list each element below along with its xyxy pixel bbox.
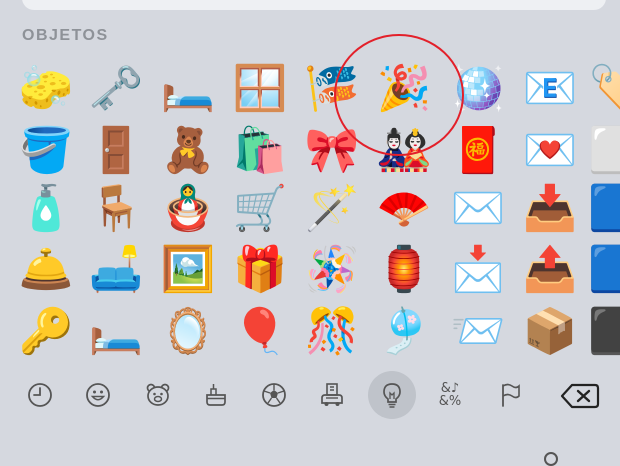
ball-icon [262,383,286,407]
bear-icon [146,383,170,406]
category-bar: &♪ &% [0,371,620,422]
backspace-button[interactable] [558,376,602,416]
emoji-key[interactable]: 🔑 [14,301,78,363]
category-travel[interactable] [310,372,354,418]
backspace-icon [560,383,600,409]
category-food[interactable] [194,372,238,418]
flag-icon [502,383,520,407]
emoji-key[interactable]: 🪞 [156,301,220,363]
emoji-key[interactable]: 🎁 [228,239,292,301]
emoji-key[interactable]: 📥 [518,178,582,240]
emoji-key[interactable]: 🎉 [372,58,436,120]
emoji-key[interactable]: 🎈 [228,301,292,363]
emoji-key[interactable]: 🪟 [228,58,292,120]
emoji-key[interactable]: 🏷️ [588,58,620,120]
emoji-key[interactable]: 📤 [518,239,582,301]
emoji-grid: 🧽 🗝️ 🛏️ 🪟 🎏 🎉 🪩 📧 🏷️ 🪣 🚪 🧸 🛍️ 🎀 🎎 🧧 💌 ⬜ 🧴 🪑 🪆 🛒 🪄 🪭 ✉️ 📥 🟦 🛎️ 🛋️ 🖼️ 🎁 🪅… [0,58,620,368]
emoji-key[interactable]: 🎊 [300,301,364,363]
emoji-key[interactable]: 🛏️ [156,58,220,120]
emoji-key[interactable]: 🧧 [446,120,510,182]
emoji-key[interactable]: 💌 [518,120,582,182]
smiley-icon [86,383,110,407]
emoji-key[interactable]: ✉️ [446,178,510,240]
category-objects[interactable] [368,371,416,419]
emoji-key[interactable]: 🎎 [372,120,436,182]
emoji-key[interactable]: 🟦 [588,178,620,240]
emoji-key[interactable]: 🛏️ [84,301,148,363]
emoji-key[interactable]: 🏮 [372,239,436,301]
emoji-key[interactable]: ⬜ [588,120,620,182]
emoji-key[interactable]: 🧸 [156,120,220,182]
emoji-key[interactable]: 🗝️ [84,58,148,120]
emoji-key[interactable]: 🛎️ [14,239,78,301]
category-smileys[interactable] [76,372,120,418]
emoji-key[interactable]: 🛍️ [228,120,292,182]
section-title: OBJETOS [22,27,109,44]
emoji-key[interactable]: 🪆 [156,178,220,240]
emoji-key[interactable]: 🪅 [300,239,364,301]
emoji-key[interactable]: 🪭 [372,178,436,240]
category-recent[interactable] [18,372,62,418]
emoji-key[interactable]: 🚪 [84,120,148,182]
symbols-icon-bottom: &% [438,394,462,409]
emoji-key[interactable]: 📧 [518,58,582,120]
emoji-key[interactable]: 🧽 [14,58,78,120]
emoji-key[interactable]: ⬛ [588,301,620,363]
food-icon [206,384,226,406]
emoji-key[interactable]: 🪣 [14,120,78,182]
emoji-key[interactable]: 🖼️ [156,239,220,301]
emoji-key[interactable]: 📨 [446,301,510,363]
emoji-key[interactable]: 🛒 [228,178,292,240]
emoji-key[interactable]: 🪩 [446,58,510,120]
category-activities[interactable] [252,372,296,418]
search-field-edge[interactable] [22,0,606,10]
category-flags[interactable] [488,372,532,418]
symbols-icon: &♪ &% [439,382,462,408]
emoji-key[interactable]: 🎐 [372,301,436,363]
keyboard-globe-icon[interactable] [544,452,558,466]
clock-icon [28,383,52,407]
category-symbols[interactable]: &♪ &% [428,372,472,418]
lightbulb-icon [383,383,401,408]
emoji-key[interactable]: 🟦 [588,239,620,301]
emoji-key[interactable]: 📩 [446,239,510,301]
emoji-key[interactable]: 🧴 [14,178,78,240]
building-icon [321,383,343,406]
emoji-key[interactable]: 🎀 [300,120,364,182]
emoji-key[interactable]: 🛋️ [84,239,148,301]
emoji-key[interactable]: 🪄 [300,178,364,240]
category-animals[interactable] [136,372,180,418]
emoji-key[interactable]: 📦 [518,301,582,363]
emoji-key[interactable]: 🎏 [300,58,364,120]
emoji-key[interactable]: 🪑 [84,178,148,240]
